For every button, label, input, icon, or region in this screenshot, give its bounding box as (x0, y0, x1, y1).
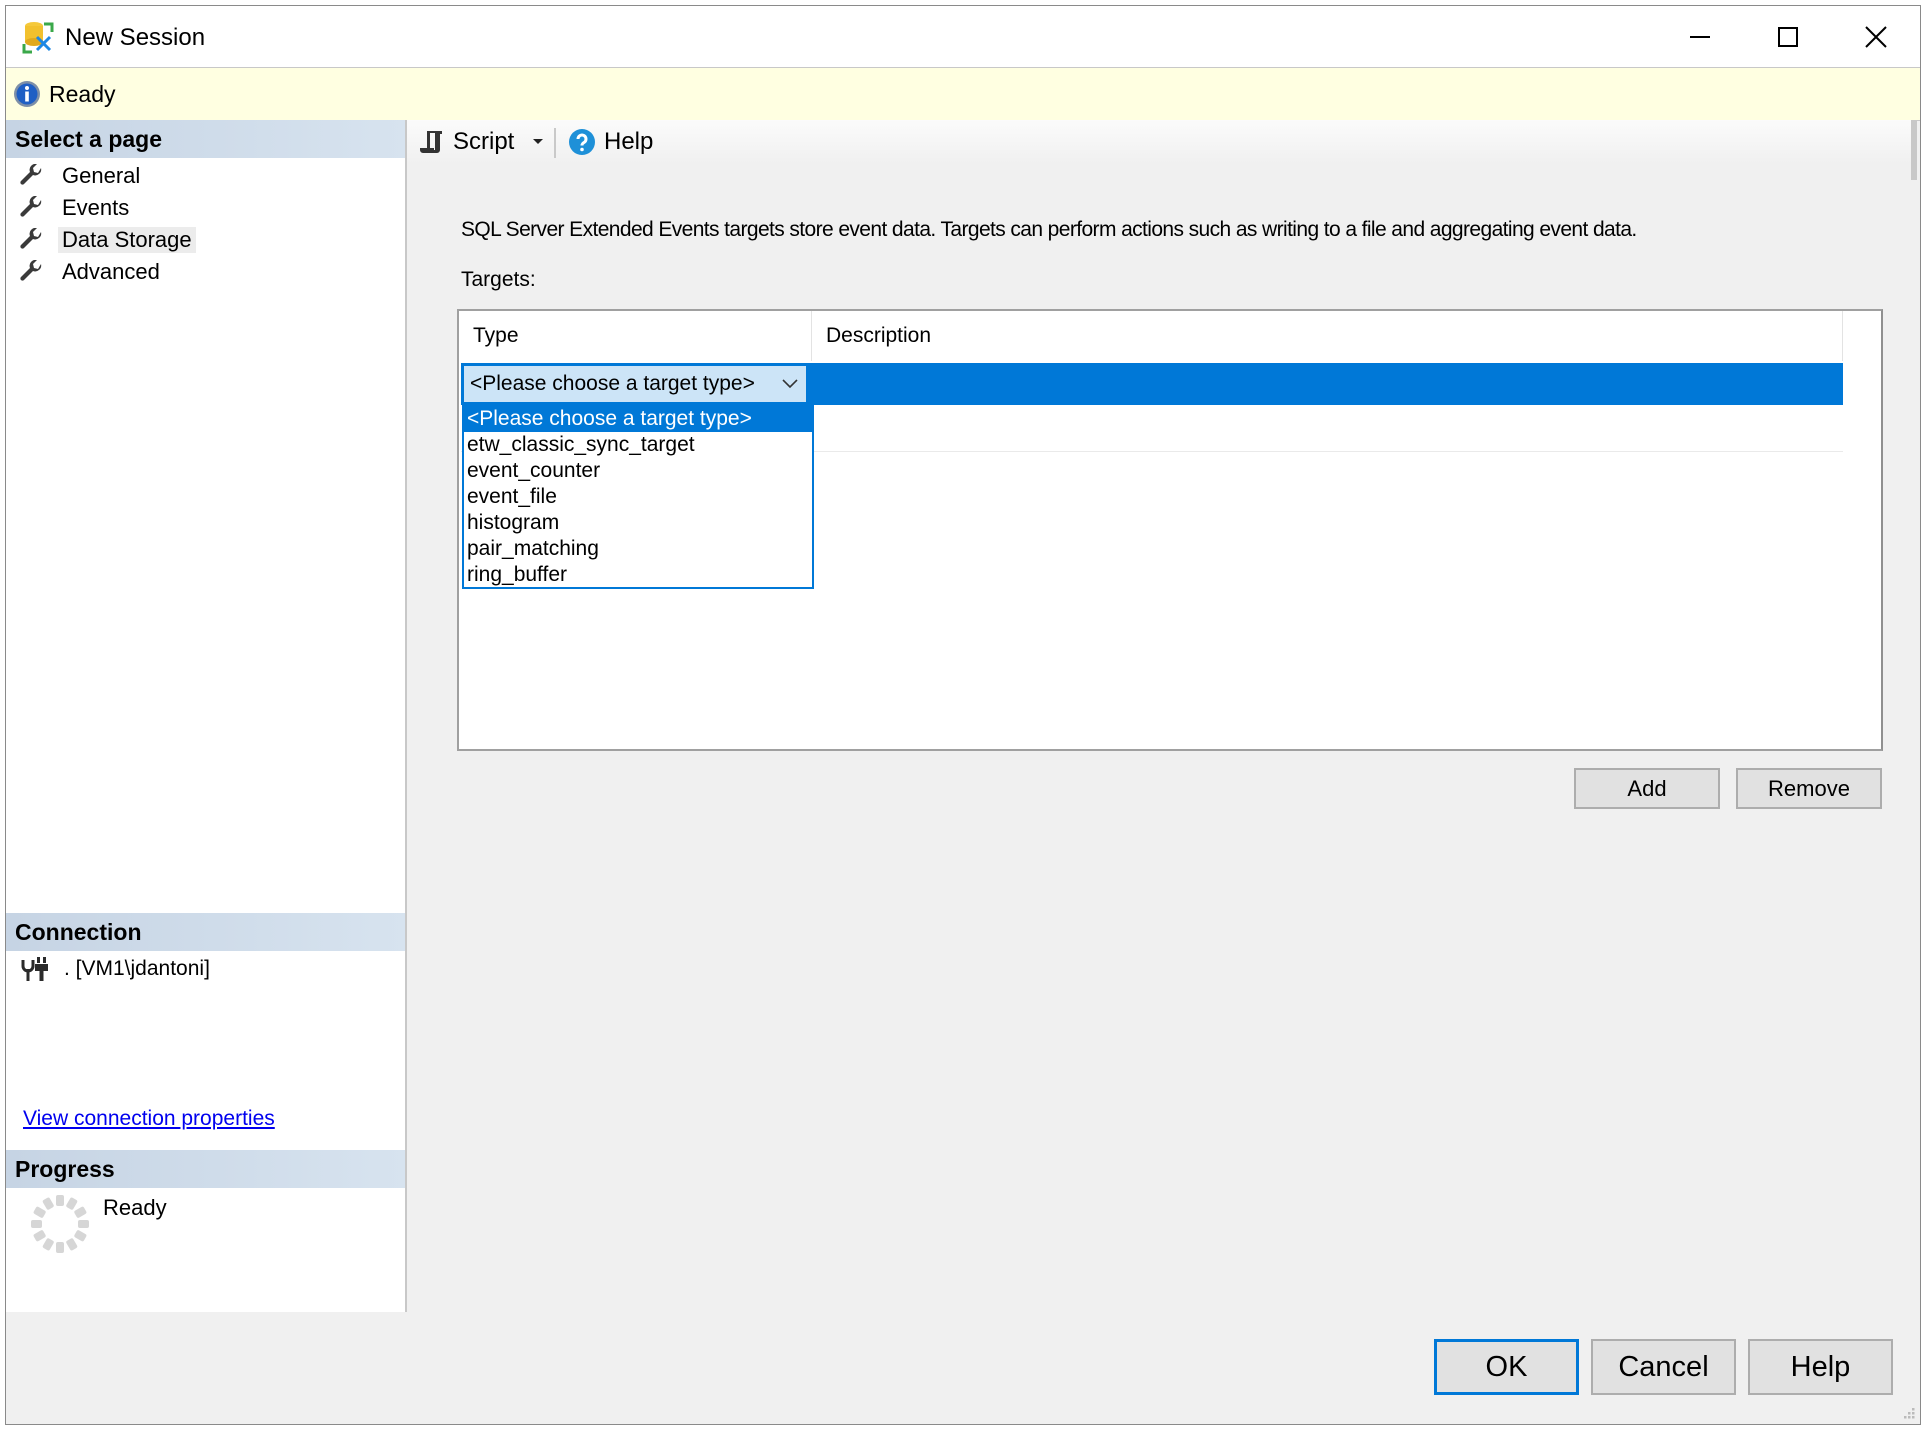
minimize-button[interactable] (1656, 6, 1744, 67)
resize-grip-icon[interactable] (1902, 1406, 1916, 1420)
select-page-header: Select a page (6, 120, 405, 158)
progress-header: Progress (6, 1150, 405, 1188)
cancel-button[interactable]: Cancel (1591, 1339, 1736, 1395)
connection-value: . [VM1\jdantoni] (64, 957, 210, 980)
column-header-type[interactable]: Type (459, 311, 812, 361)
view-connection-properties-link[interactable]: View connection properties (23, 1107, 275, 1131)
help-toolbar-button[interactable]: Help (568, 126, 653, 158)
dropdown-option[interactable]: ring_buffer (464, 562, 812, 588)
connection-info: . [VM1\jdantoni] (20, 956, 210, 982)
add-button[interactable]: Add (1574, 768, 1720, 809)
toolbar-separator (554, 128, 556, 158)
dropdown-option[interactable]: pair_matching (464, 536, 812, 562)
sidebar-item-general[interactable]: General (20, 161, 144, 191)
script-label: Script (453, 128, 515, 155)
spinner-segment (42, 1197, 54, 1210)
chevron-down-icon[interactable] (532, 138, 544, 146)
maximize-icon (1778, 26, 1798, 47)
new-session-dialog: New Session Ready Select a page General … (5, 5, 1921, 1425)
wrench-icon (20, 260, 42, 281)
spinner-segment (33, 1230, 46, 1242)
column-header-description[interactable]: Description (812, 311, 1843, 361)
sidebar-item-advanced[interactable]: Advanced (20, 257, 164, 287)
sidebar: Select a page General Events Data Storag… (6, 120, 407, 1312)
sidebar-item-label: Advanced (62, 259, 160, 284)
help-label: Help (604, 128, 654, 155)
sidebar-item-label: Data Storage (58, 227, 196, 253)
window-title: New Session (65, 24, 206, 51)
close-icon (1865, 25, 1887, 48)
spinner-segment (31, 1220, 42, 1228)
dropdown-option[interactable]: histogram (464, 510, 812, 536)
script-icon (420, 131, 442, 153)
remove-button[interactable]: Remove (1736, 768, 1882, 809)
minimize-icon (1690, 35, 1710, 38)
extended-events-session-icon (22, 22, 54, 54)
chevron-down-icon (782, 379, 798, 389)
help-icon (569, 129, 595, 155)
sidebar-item-data-storage[interactable]: Data Storage (20, 225, 196, 255)
wrench-icon (20, 196, 42, 217)
spinner-segment (66, 1197, 78, 1210)
targets-label: Targets: (461, 268, 536, 291)
page-description: SQL Server Extended Events targets store… (461, 218, 1637, 241)
title-bar: New Session (6, 6, 1920, 67)
status-bar: Ready (6, 67, 1920, 121)
scrollbar[interactable] (1911, 120, 1917, 180)
spinner-segment (42, 1238, 54, 1251)
dropdown-option[interactable]: <Please choose a target type> (464, 406, 812, 432)
status-text: Ready (49, 81, 116, 107)
sidebar-item-label: General (62, 163, 141, 188)
sidebar-item-label: Events (62, 195, 130, 220)
dropdown-option[interactable]: event_counter (464, 458, 812, 484)
target-type-dropdown-list: <Please choose a target type> etw_classi… (462, 404, 814, 589)
main-panel: Script Help SQL Server Extended Events t… (407, 120, 1917, 1312)
target-type-combobox[interactable]: <Please choose a target type> (462, 364, 808, 404)
wrench-icon (20, 228, 42, 249)
spinner-segment (56, 1242, 64, 1253)
spinner-segment (66, 1238, 78, 1251)
help-button[interactable]: Help (1748, 1339, 1893, 1395)
progress-status: Ready (103, 1195, 167, 1220)
spinner-segment (33, 1206, 46, 1218)
toolbar: Script Help (407, 120, 1917, 164)
progress-spinner-icon (31, 1195, 89, 1253)
wrench-icon (20, 164, 42, 185)
connection-header: Connection (6, 913, 405, 951)
sidebar-item-events[interactable]: Events (20, 193, 133, 223)
targets-grid: Type Description <Please choose a target… (457, 309, 1883, 751)
info-icon (14, 81, 40, 107)
close-button[interactable] (1832, 6, 1920, 67)
script-button[interactable]: Script (419, 126, 544, 158)
dropdown-option[interactable]: etw_classic_sync_target (464, 432, 812, 458)
spinner-segment (74, 1230, 87, 1242)
spinner-segment (56, 1195, 64, 1206)
spinner-segment (78, 1220, 89, 1228)
plug-icon (21, 957, 48, 981)
dropdown-option[interactable]: event_file (464, 484, 812, 510)
ok-button[interactable]: OK (1434, 1339, 1579, 1395)
maximize-button[interactable] (1744, 6, 1832, 67)
target-type-selected: <Please choose a target type> (470, 372, 755, 395)
spinner-segment (74, 1206, 87, 1218)
